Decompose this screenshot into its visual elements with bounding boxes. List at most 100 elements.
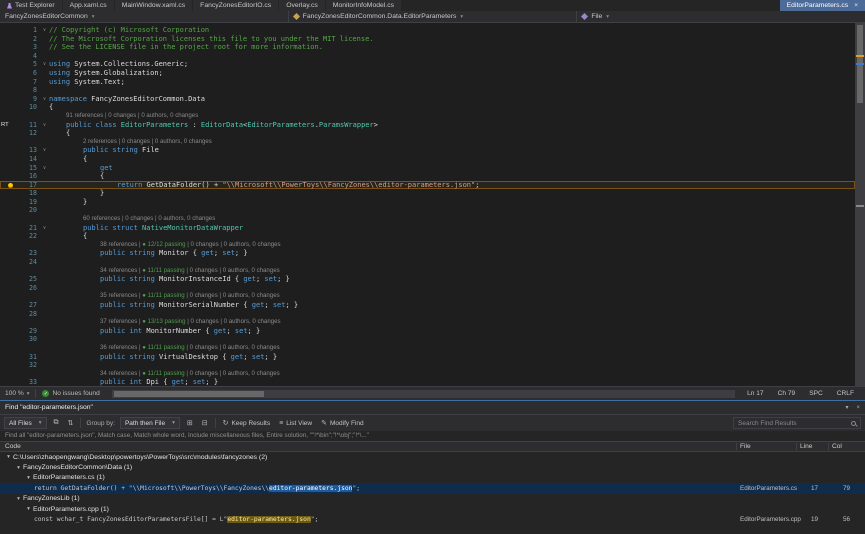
code-line[interactable]: 9∨namespace FancyZonesEditorCommon.Data [0,95,855,104]
find-result-row[interactable]: const wchar_t FancyZonesEditorParameters… [0,514,865,524]
indent-indicator[interactable]: SPC [809,390,823,397]
codelens-row[interactable]: 2 references | 0 changes | 0 authors, 0 … [0,138,855,147]
code-line[interactable]: 16{ [0,172,855,181]
code-line[interactable]: 22{ [0,232,855,241]
document-tab[interactable]: MonitorInfoModel.cs [326,0,401,11]
issues-indicator[interactable]: ✓ No issues found [42,390,99,397]
code-line[interactable]: 23public string Monitor { get; set; } [0,249,855,258]
code-line[interactable]: 28 [0,310,855,319]
codelens-row[interactable]: 91 references | 0 changes | 0 authors, 0… [0,112,855,121]
code-line[interactable]: 4 [0,52,855,61]
column-header-file[interactable]: File [740,442,751,452]
expander-icon[interactable]: ▾ [24,475,33,481]
code-line[interactable]: 15∨get [0,164,855,173]
find-group-row[interactable]: ▾EditorParameters.cs (1) [0,473,865,483]
code-text: { [49,129,855,138]
code-line[interactable]: 14{ [0,155,855,164]
keep-results-toggle[interactable]: ↻ Keep Results [221,419,273,427]
code-line[interactable]: 5∨using System.Collections.Generic; [0,60,855,69]
code-line[interactable]: 1∨// Copyright (c) Microsoft Corporation [0,26,855,35]
codelens-row[interactable]: 36 references | ● 11/11 passing | 0 chan… [0,344,855,353]
codelens-row[interactable]: 34 references | ● 11/11 passing | 0 chan… [0,267,855,276]
fold-chevron-icon[interactable]: ∨ [40,26,49,35]
column-header-line[interactable]: Line [800,442,812,452]
code-line[interactable]: 29public int MonitorNumber { get; set; } [0,327,855,336]
scrollbar-thumb[interactable] [114,391,264,397]
modify-find-button[interactable]: ✎ Modify Find [319,419,365,427]
project-dropdown[interactable]: FancyZonesEditorCommon ▾ [0,11,289,22]
expander-icon[interactable]: ▾ [4,454,13,460]
codelens-row[interactable]: 34 references | ● 11/11 passing | 0 chan… [0,370,855,379]
code-line[interactable]: 20 [0,206,855,215]
code-line[interactable]: 6using System.Globalization; [0,69,855,78]
close-icon[interactable]: × [854,2,858,9]
fold-chevron-icon[interactable]: ∨ [40,121,49,130]
expander-icon[interactable]: ▾ [14,496,23,502]
clear-results-button[interactable]: ⧉ [52,419,61,427]
type-dropdown[interactable]: FancyZonesEditorCommon.Data.EditorParame… [289,11,578,22]
zoom-control[interactable]: 100 % ▾ [5,390,29,397]
close-icon[interactable]: × [856,405,860,411]
code-line[interactable]: 13∨public string File [0,146,855,155]
codelens-row[interactable]: 60 references | 0 changes | 0 authors, 0… [0,215,855,224]
find-group-row[interactable]: ▾FancyZonesLib (1) [0,494,865,504]
scope-filter-dropdown[interactable]: All Files ▾ [4,417,47,429]
find-group-row[interactable]: ▾EditorParameters.cpp (1) [0,504,865,514]
expand-all-button[interactable]: ⊞ [185,419,195,427]
group-by-dropdown[interactable]: Path then File ▾ [120,417,180,429]
vertical-scrollbar[interactable] [855,23,865,386]
code-line[interactable]: 25public string MonitorInstanceId { get;… [0,275,855,284]
active-document-tab[interactable]: EditorParameters.cs× [780,0,865,11]
codelens-row[interactable]: 37 references | ● 13/13 passing | 0 chan… [0,318,855,327]
search-find-results-input[interactable]: Search Find Results [733,417,861,429]
expander-icon[interactable]: ▾ [24,506,33,512]
code-line[interactable]: 18} [0,189,855,198]
code-line[interactable]: 24 [0,258,855,267]
horizontal-scrollbar[interactable] [112,390,735,398]
quick-actions-lightbulb-icon[interactable] [8,183,13,188]
code-line[interactable]: 8 [0,86,855,95]
collapse-all-button[interactable]: ⊟ [200,419,210,427]
find-result-row[interactable]: return GetDataFolder() + "\\Microsoft\\P… [0,483,865,493]
code-line[interactable]: 12{ [0,129,855,138]
code-area[interactable]: 1∨// Copyright (c) Microsoft Corporation… [0,23,855,386]
code-line[interactable]: 3// See the LICENSE file in the project … [0,43,855,52]
find-group-row[interactable]: ▾FancyZonesEditorCommon\Data (1) [0,462,865,472]
document-tab[interactable]: Overlay.cs [279,0,325,11]
fold-chevron-icon[interactable]: ∨ [40,224,49,233]
member-dropdown[interactable]: File ▾ [577,11,865,22]
line-indicator[interactable]: Ln 17 [747,390,764,397]
fold-chevron-icon[interactable]: ∨ [40,164,49,173]
list-view-toggle[interactable]: ≡ List View [277,420,314,427]
window-position-icon[interactable]: ▾ [845,404,848,411]
code-line[interactable]: 33public int Dpi { get; set; } [0,378,855,386]
eol-indicator[interactable]: CRLF [837,390,854,397]
document-tab[interactable]: FancyZonesEditorIO.cs [193,0,278,11]
document-tab[interactable]: MainWindow.xaml.cs [115,0,192,11]
fold-chevron-icon[interactable]: ∨ [40,146,49,155]
navigate-results-button[interactable]: ⇅ [66,419,76,427]
fold-chevron-icon[interactable]: ∨ [40,95,49,104]
document-tab[interactable]: Test Explorer [0,0,62,11]
code-line[interactable]: RT11∨public class EditorParameters : Edi… [0,121,855,130]
column-header-code[interactable]: Code [5,442,21,452]
document-tab[interactable]: App.xaml.cs [63,0,114,11]
code-line[interactable]: 26 [0,284,855,293]
code-line[interactable]: 27public string MonitorSerialNumber { ge… [0,301,855,310]
code-line[interactable]: 17return GetDataFolder() + "\\Microsoft\… [0,181,855,190]
code-line[interactable]: 21∨public struct NativeMonitorDataWrappe… [0,224,855,233]
code-line[interactable]: 32 [0,361,855,370]
column-indicator[interactable]: Ch 79 [778,390,796,397]
code-line[interactable]: 10{ [0,103,855,112]
codelens-row[interactable]: 35 references | ● 11/11 passing | 0 chan… [0,292,855,301]
expander-icon[interactable]: ▾ [14,465,23,471]
code-line[interactable]: 19} [0,198,855,207]
code-line[interactable]: 7using System.Text; [0,78,855,87]
fold-chevron-icon[interactable]: ∨ [40,60,49,69]
codelens-row[interactable]: 38 references | ● 12/12 passing | 0 chan… [0,241,855,250]
code-line[interactable]: 31public string VirtualDesktop { get; se… [0,353,855,362]
find-group-row[interactable]: ▾C:\Users\zhaopengwang\Desktop\powertoys… [0,452,865,462]
code-line[interactable]: 2// The Microsoft Corporation licenses t… [0,35,855,44]
code-line[interactable]: 30 [0,335,855,344]
column-header-col[interactable]: Col [832,442,842,452]
